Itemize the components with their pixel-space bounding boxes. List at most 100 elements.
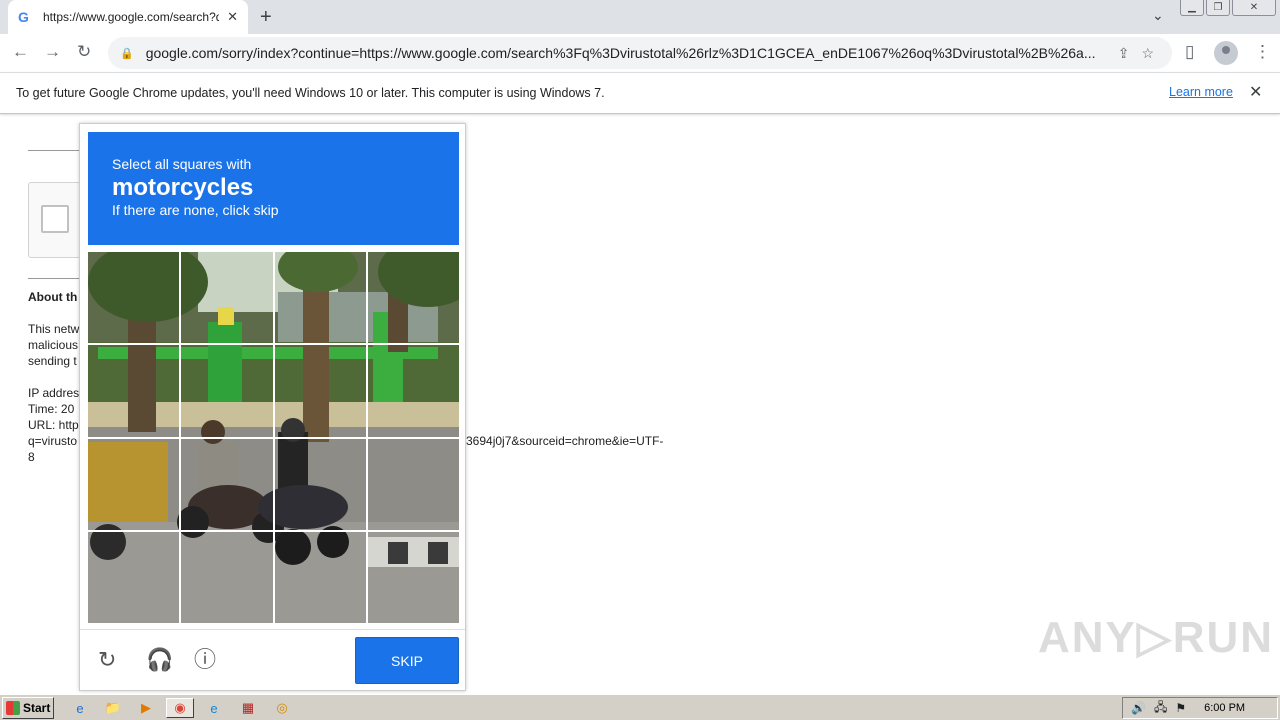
tile-image — [88, 531, 180, 623]
ie-icon[interactable]: e — [66, 698, 94, 718]
grid-tile[interactable] — [274, 531, 366, 623]
address-bar[interactable]: 🔒 google.com/sorry/index?continue=https:… — [108, 37, 1172, 69]
lock-icon[interactable]: 🔒 — [120, 47, 134, 60]
system-tray: 🔊 🖧 ⚑ 6:00 PM — [1122, 697, 1278, 719]
google-favicon-icon: G — [18, 9, 29, 25]
browser-tab[interactable]: G https://www.google.com/search?q= ✕ — [8, 0, 248, 34]
grid-tile[interactable] — [274, 252, 366, 344]
new-tab-button[interactable]: + — [260, 6, 272, 28]
tile-image — [88, 345, 180, 437]
explorer-icon[interactable]: 📁 — [99, 698, 127, 718]
ip-address-label: IP addres — [28, 386, 80, 400]
chrome-icon[interactable]: ◉ — [166, 698, 194, 718]
start-label: Start — [23, 701, 51, 715]
reload-button[interactable]: ↻ — [77, 42, 91, 62]
grid-tile[interactable] — [181, 345, 273, 437]
window-close-button[interactable]: ✕ — [1232, 0, 1276, 16]
browser-toolbar: ← → ↻ 🔒 google.com/sorry/index?continue=… — [0, 34, 1280, 72]
grid-tile[interactable] — [274, 438, 366, 530]
menu-icon[interactable]: ⋮ — [1254, 42, 1271, 62]
challenge-header: Select all squares with motorcycles If t… — [88, 132, 459, 245]
tile-image — [274, 438, 366, 530]
app-icon[interactable]: ◎ — [268, 698, 296, 718]
tile-image — [181, 345, 273, 437]
forward-button[interactable]: → — [44, 42, 61, 62]
grid-tile[interactable] — [367, 345, 459, 437]
share-icon[interactable]: ⇪ — [1118, 45, 1130, 62]
tab-search-icon[interactable]: ⌄ — [1152, 7, 1164, 24]
learn-more-link[interactable]: Learn more — [1169, 85, 1233, 99]
tile-image — [88, 252, 180, 344]
minimize-button[interactable]: ▁ — [1180, 0, 1204, 16]
taskbar: Start e 📁 ▶ ◉ e ▦ ◎ 🔊 🖧 ⚑ 6:00 PM — [0, 694, 1280, 720]
recaptcha-checkbox[interactable] — [41, 205, 69, 233]
url-continuation: q=virusto — [28, 434, 78, 448]
infobar-close-icon[interactable]: ✕ — [1249, 82, 1262, 102]
windows-logo-icon — [6, 701, 20, 715]
tile-image — [181, 438, 273, 530]
media-player-icon[interactable]: ▶ — [132, 698, 160, 718]
tab-strip: G https://www.google.com/search?q= ✕ + ⌄… — [0, 0, 1280, 34]
grid-tile[interactable] — [181, 531, 273, 623]
tab-title: https://www.google.com/search?q= — [43, 10, 219, 24]
url-end: 8 — [28, 450, 35, 464]
tab-close-icon[interactable]: ✕ — [227, 9, 238, 25]
reload-challenge-icon[interactable]: ↻ — [98, 647, 116, 673]
grid-tile[interactable] — [88, 438, 180, 530]
grid-tile[interactable] — [181, 252, 273, 344]
explanation-line: This netw — [28, 322, 80, 336]
tile-image — [274, 252, 366, 344]
tile-image — [181, 531, 273, 623]
url-text[interactable]: google.com/sorry/index?continue=https://… — [146, 45, 1106, 61]
tile-image — [367, 531, 459, 623]
tile-image — [88, 438, 180, 530]
divider — [28, 278, 80, 279]
tile-image — [367, 438, 459, 530]
back-button[interactable]: ← — [12, 42, 29, 62]
grid-tile[interactable] — [367, 438, 459, 530]
grid-tile[interactable] — [274, 345, 366, 437]
volume-icon[interactable]: 🔊 — [1131, 701, 1146, 715]
url-tail: 3694j0j7&sourceid=chrome&ie=UTF- — [466, 434, 664, 448]
window-controls: ▁ ❐ ✕ — [1180, 0, 1276, 16]
divider — [28, 150, 80, 151]
edge-icon[interactable]: e — [200, 698, 228, 718]
side-panel-icon[interactable]: ▯ — [1185, 42, 1194, 62]
profile-avatar[interactable] — [1214, 41, 1238, 65]
skip-button[interactable]: SKIP — [355, 637, 459, 684]
grid-tile[interactable] — [88, 252, 180, 344]
update-infobar: To get future Google Chrome updates, you… — [0, 72, 1280, 114]
action-center-icon[interactable]: ⚑ — [1175, 701, 1186, 715]
challenge-keyword: motorcycles — [112, 174, 254, 201]
restore-button[interactable]: ❐ — [1206, 0, 1230, 16]
anyrun-watermark: ANY▷RUN — [1038, 613, 1275, 662]
tile-image — [274, 531, 366, 623]
grid-tile[interactable] — [367, 531, 459, 623]
time-label: Time: 20 — [28, 402, 75, 416]
start-button[interactable]: Start — [2, 697, 54, 719]
recaptcha-challenge: Select all squares with motorcycles If t… — [79, 123, 466, 691]
tile-image — [181, 252, 273, 344]
network-icon[interactable]: 🖧 — [1154, 698, 1167, 719]
challenge-hint: If there are none, click skip — [112, 202, 279, 218]
bookmark-star-icon[interactable]: ☆ — [1141, 45, 1154, 62]
about-heading: About th — [28, 290, 78, 304]
infobar-message: To get future Google Chrome updates, you… — [16, 86, 605, 100]
info-icon[interactable]: ⓘ — [194, 647, 216, 673]
image-grid — [88, 252, 459, 623]
grid-tile[interactable] — [367, 252, 459, 344]
audio-challenge-icon[interactable]: 🎧 — [146, 647, 173, 673]
grid-tile[interactable] — [181, 438, 273, 530]
tile-image — [274, 345, 366, 437]
challenge-footer: ↻ 🎧 ⓘ SKIP — [80, 629, 465, 691]
tile-image — [367, 252, 459, 344]
winrar-icon[interactable]: ▦ — [234, 698, 262, 718]
challenge-instruction: Select all squares with — [112, 156, 252, 172]
clock: 6:00 PM — [1204, 702, 1246, 714]
tile-image — [367, 345, 459, 437]
explanation-line: malicious — [28, 338, 79, 352]
grid-tile[interactable] — [88, 345, 180, 437]
url-label: URL: http — [28, 418, 79, 432]
grid-tile[interactable] — [88, 531, 180, 623]
explanation-line: sending t — [28, 354, 77, 368]
